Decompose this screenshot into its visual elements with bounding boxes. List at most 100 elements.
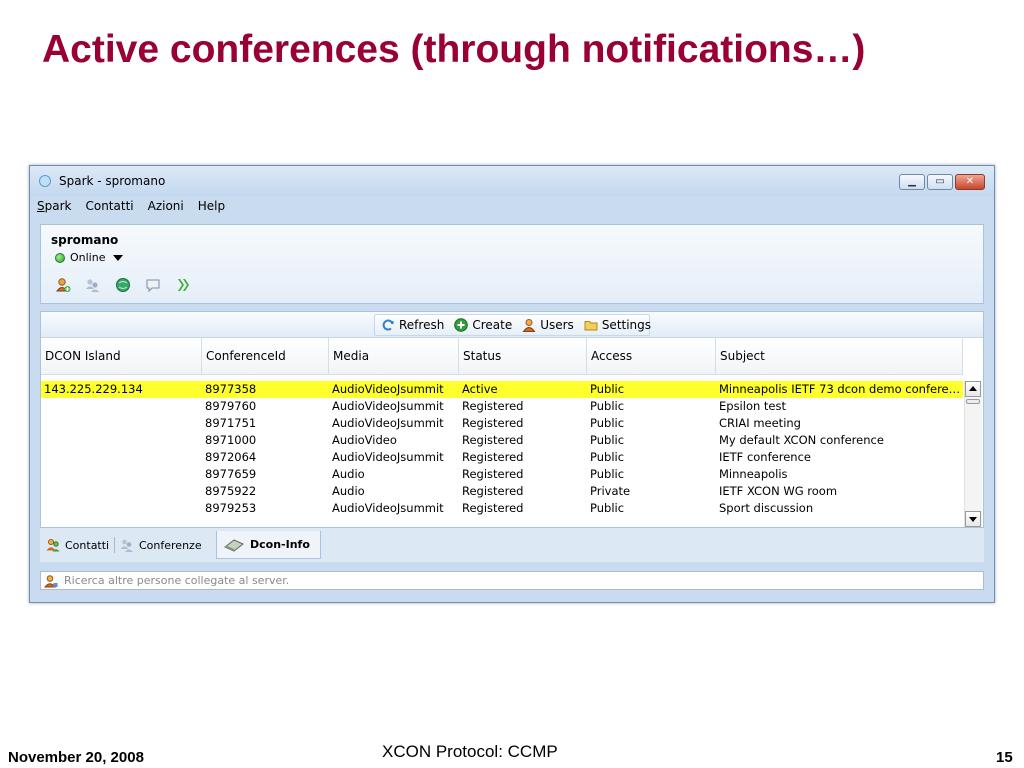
menu-help[interactable]: Help <box>197 199 226 217</box>
tab-conferenze-label: Conferenze <box>139 538 202 552</box>
footer-date: November 20, 2008 <box>8 749 144 766</box>
cell-dcon-island <box>41 415 202 432</box>
menu-azioni[interactable]: Azioni <box>147 199 185 217</box>
table-scrollbar[interactable] <box>964 381 982 527</box>
send-message-icon[interactable] <box>145 277 161 293</box>
cell-access: Public <box>590 399 625 413</box>
cell-conference-id: 8971000 <box>205 433 257 447</box>
dcon-info-icon <box>223 538 245 552</box>
window-titlebar[interactable]: Spark - spromano ▁ ▭ ✕ <box>30 166 994 196</box>
menu-contatti[interactable]: Contatti <box>84 199 134 217</box>
column-header-conference-id[interactable]: ConferenceId <box>202 338 329 374</box>
table-row[interactable]: 8971751 AudioVideoJsummit Registered Pub… <box>41 415 963 432</box>
refresh-button[interactable]: Refresh <box>381 318 444 332</box>
cell-subject: Epsilon test <box>719 399 787 413</box>
status-label: Online <box>70 251 106 264</box>
refresh-icon <box>381 318 395 332</box>
footer-title: XCON Protocol: CCMP <box>382 742 558 761</box>
cell-media: AudioVideoJsummit <box>332 450 444 464</box>
cell-status: Registered <box>462 501 524 515</box>
cell-access: Public <box>590 416 625 430</box>
cell-media: Audio <box>332 467 365 481</box>
profile-tools <box>55 277 191 293</box>
column-header-access[interactable]: Access <box>587 338 716 374</box>
cell-access: Public <box>590 433 625 447</box>
tab-dcon-info-label: Dcon-Info <box>250 538 310 551</box>
table-row[interactable]: 8979760 AudioVideoJsummit Registered Pub… <box>41 398 963 415</box>
users-button[interactable]: Users <box>522 318 574 332</box>
cell-media: AudioVideo <box>332 433 397 447</box>
cell-subject: IETF conference <box>719 450 811 464</box>
cell-subject: Minneapolis <box>719 467 788 481</box>
tab-conferenze[interactable]: Conferenze <box>120 531 202 559</box>
table-row[interactable]: 8975922 Audio Registered Private IETF XC… <box>41 483 963 500</box>
page-number: 15 <box>996 749 1013 766</box>
cell-status: Registered <box>462 450 524 464</box>
column-header-media[interactable]: Media <box>329 338 459 374</box>
cell-dcon-island <box>41 466 202 483</box>
table-header: DCON Island ConferenceId Media Status Ac… <box>41 338 963 375</box>
table-row[interactable]: 143.225.229.134 8977358 AudioVideoJsummi… <box>41 381 963 398</box>
cell-media: AudioVideoJsummit <box>332 416 444 430</box>
cell-conference-id: 8971751 <box>205 416 257 430</box>
conference-table-body: 143.225.229.134 8977358 AudioVideoJsummi… <box>41 381 963 517</box>
join-conference-icon[interactable] <box>85 277 101 293</box>
contacts-icon <box>46 538 60 552</box>
cell-conference-id: 8972064 <box>205 450 257 464</box>
minimize-button[interactable]: ▁ <box>899 174 925 190</box>
search-bar <box>40 571 984 590</box>
create-button[interactable]: Create <box>454 318 512 332</box>
cell-dcon-island <box>41 483 202 500</box>
refresh-label: Refresh <box>399 318 445 332</box>
column-header-subject[interactable]: Subject <box>716 338 963 374</box>
add-contact-icon[interactable] <box>55 277 71 293</box>
cell-conference-id: 8977358 <box>205 382 257 396</box>
search-input[interactable] <box>64 574 944 587</box>
cell-dcon-island <box>41 398 202 415</box>
close-button[interactable]: ✕ <box>955 174 985 190</box>
window-controls: ▁ ▭ ✕ <box>899 174 985 190</box>
table-row[interactable]: 8977659 Audio Registered Public Minneapo… <box>41 466 963 483</box>
users-label: Users <box>540 318 574 332</box>
cell-conference-id: 8979760 <box>205 399 257 413</box>
scroll-up-button[interactable] <box>965 381 981 397</box>
cell-conference-id: 8975922 <box>205 484 257 498</box>
cell-status: Registered <box>462 416 524 430</box>
close-icon: ✕ <box>965 176 975 187</box>
cell-status: Active <box>462 382 498 396</box>
chevron-down-icon <box>113 254 124 261</box>
arrow-up-icon <box>969 386 977 391</box>
tab-divider <box>114 537 115 553</box>
cell-status: Registered <box>462 484 524 498</box>
user-search-icon <box>43 574 58 588</box>
status-globe-icon[interactable] <box>115 277 131 293</box>
cell-dcon-island: 143.225.229.134 <box>44 382 143 396</box>
maximize-icon: ▭ <box>935 176 945 187</box>
cell-subject: My default XCON conference <box>719 433 884 447</box>
cell-media: AudioVideoJsummit <box>332 501 444 515</box>
menu-spark[interactable]: Spark <box>36 199 72 217</box>
table-row[interactable]: 8979253 AudioVideoJsummit Registered Pub… <box>41 500 963 517</box>
menu-bar: Spark Contatti Azioni Help <box>36 199 226 217</box>
settings-label: Settings <box>601 318 652 332</box>
plus-icon <box>454 318 469 332</box>
status-selector[interactable]: Online <box>55 251 124 264</box>
scroll-thumb[interactable] <box>966 399 980 404</box>
column-header-status[interactable]: Status <box>459 338 587 374</box>
profile-panel: spromano Online <box>40 224 984 304</box>
column-header-dcon-island[interactable]: DCON Island <box>41 338 202 374</box>
tab-dcon-info[interactable]: Dcon-Info <box>216 531 321 559</box>
tab-contatti[interactable]: Contatti <box>46 531 109 559</box>
phone-icon[interactable] <box>175 277 191 293</box>
username: spromano <box>51 233 119 247</box>
spark-window: Spark - spromano ▁ ▭ ✕ Spark Contatti Az… <box>29 165 995 603</box>
cell-media: AudioVideoJsummit <box>332 399 444 413</box>
cell-subject: Sport discussion <box>719 501 814 515</box>
user-icon <box>522 318 536 332</box>
table-row[interactable]: 8971000 AudioVideo Registered Public My … <box>41 432 963 449</box>
table-row[interactable]: 8972064 AudioVideoJsummit Registered Pub… <box>41 449 963 466</box>
maximize-button[interactable]: ▭ <box>927 174 953 190</box>
cell-status: Registered <box>462 399 524 413</box>
settings-button[interactable]: Settings <box>584 318 651 332</box>
scroll-down-button[interactable] <box>965 511 981 527</box>
